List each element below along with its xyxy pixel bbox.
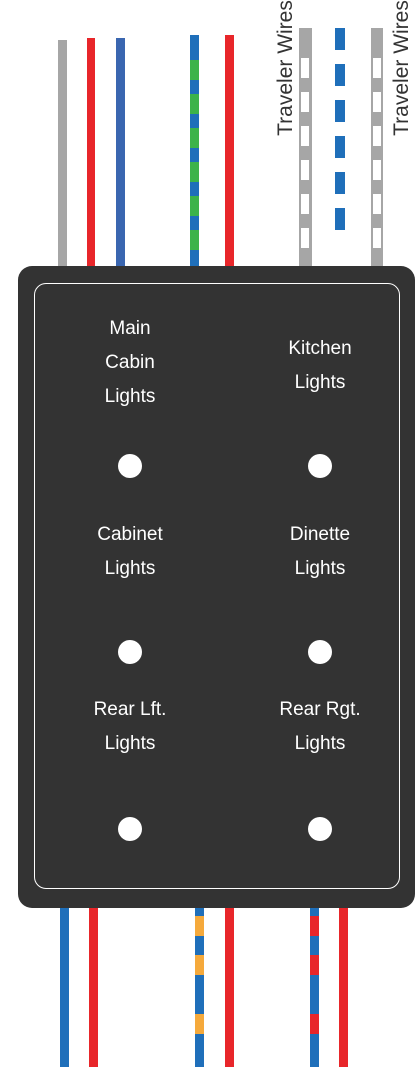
traveler-wires-label-2: Traveler Wires: [390, 0, 413, 136]
wire-gray-top: [58, 40, 67, 266]
wire-red-bottom-2: [225, 906, 234, 1067]
switch-label-rear-right: Rear Rgt. Lights: [279, 699, 361, 754]
switch-button-main-cabin[interactable]: [118, 454, 142, 478]
traveler-wires-label-1: Traveler Wires: [274, 0, 297, 136]
switch-button-cabinet[interactable]: [118, 640, 142, 664]
wire-blue-green-striped-top: [190, 35, 199, 266]
wire-blue-top: [116, 38, 125, 266]
traveler-wire-2: [371, 28, 383, 266]
wire-blue-dashed-top: [335, 28, 345, 230]
traveler-wire-1: [299, 28, 312, 266]
switch-button-dinette[interactable]: [308, 640, 332, 664]
wire-blue-orange-striped-bottom: [195, 906, 204, 1067]
switch-button-kitchen[interactable]: [308, 454, 332, 478]
switch-label-cabinet: Cabinet Lights: [97, 524, 163, 579]
switch-label-kitchen: Kitchen Lights: [288, 338, 352, 393]
switch-button-rear-right[interactable]: [308, 817, 332, 841]
bottom-wires: [60, 906, 348, 1067]
switch-label-rear-left: Rear Lft. Lights: [93, 699, 167, 754]
wire-blue-red-striped-bottom: [310, 906, 319, 1067]
top-wires: [58, 28, 383, 266]
wire-red-top-1: [87, 38, 95, 266]
switch-label-main-cabin: Main Cabin Lights: [104, 318, 156, 407]
switch-button-rear-left[interactable]: [118, 817, 142, 841]
wire-red-bottom-1: [89, 906, 98, 1067]
wire-red-top-2: [225, 35, 234, 266]
wire-blue-bottom-1: [60, 906, 69, 1067]
switch-panel: Main Cabin Lights Kitchen Lights Cabinet…: [18, 266, 415, 908]
wire-red-bottom-3: [339, 906, 348, 1067]
switch-label-dinette: Dinette Lights: [289, 524, 351, 579]
